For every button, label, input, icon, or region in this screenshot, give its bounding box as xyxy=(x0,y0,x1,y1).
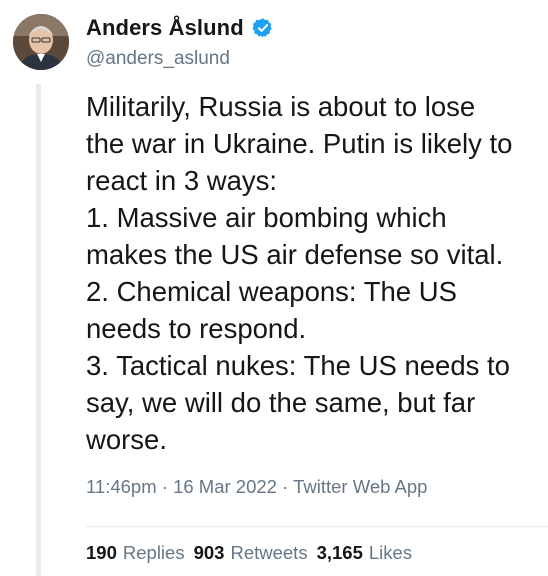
tweet-line: makes the US air defense so vital. xyxy=(86,239,504,270)
replies-count: 190 xyxy=(86,542,117,563)
author-display-name[interactable]: Anders Åslund xyxy=(86,15,244,41)
retweets-stat[interactable]: 903 Retweets xyxy=(194,542,308,564)
tweet-date[interactable]: 16 Mar 2022 xyxy=(173,476,277,497)
likes-stat[interactable]: 3,165 Likes xyxy=(317,542,413,564)
meta-separator: · xyxy=(282,476,289,497)
replies-label: Replies xyxy=(122,542,185,563)
verified-badge-icon xyxy=(252,17,274,39)
tweet-line: the war in Ukraine. Putin is likely to xyxy=(86,128,513,159)
tweet-line: say, we will do the same, but far xyxy=(86,387,476,418)
tweet-line: 1. Massive air bombing which xyxy=(86,202,447,233)
likes-label: Likes xyxy=(368,542,413,563)
replies-stat[interactable]: 190 Replies xyxy=(86,542,185,564)
retweets-label: Retweets xyxy=(230,542,308,563)
tweet-line: Militarily, Russia is about to lose xyxy=(86,91,476,122)
tweet-meta: 11:46pm · 16 Mar 2022 · Twitter Web App xyxy=(86,476,427,498)
tweet-card: Anders Åslund @anders_aslund Militarily,… xyxy=(0,0,548,576)
tweet-line: 2. Chemical weapons: The US xyxy=(86,276,457,307)
tweet-time[interactable]: 11:46pm xyxy=(86,476,157,497)
meta-separator: · xyxy=(161,476,168,497)
retweets-count: 903 xyxy=(193,542,225,563)
thread-line xyxy=(36,84,41,576)
tweet-source[interactable]: Twitter Web App xyxy=(293,476,427,497)
tweet-stats: 190 Replies 903 Retweets 3,165 Likes xyxy=(86,542,412,564)
tweet-line: 3. Tactical nukes: The US needs to xyxy=(86,350,510,381)
author-handle[interactable]: @anders_aslund xyxy=(86,48,230,70)
tweet-line: react in 3 ways: xyxy=(86,165,278,196)
tweet-line: needs to respond. xyxy=(86,313,307,344)
author-name-row: Anders Åslund xyxy=(86,15,274,41)
tweet-line: worse. xyxy=(86,424,167,455)
tweet-text: Militarily, Russia is about to lose the … xyxy=(86,88,546,458)
likes-count: 3,165 xyxy=(316,542,363,563)
divider xyxy=(86,526,548,527)
avatar[interactable] xyxy=(13,14,69,70)
